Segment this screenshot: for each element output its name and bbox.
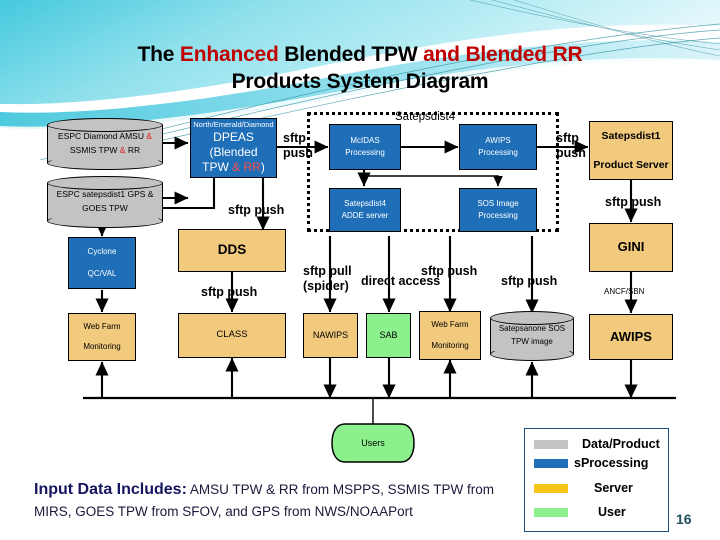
server-web-farm-monitoring-right: Web Farm Monitoring [419,311,481,360]
legend: Data/Product sProcessing Server User [524,428,669,532]
awips-proc-line2: Processing [478,148,518,157]
datastore-espc-diamond-text: ESPC Diamond AMSU & SSMIS TPW & RR [47,130,163,157]
sos-image-line2: Processing [478,211,518,220]
footer-label: Input Data Includes: [34,481,187,498]
cylinder-bottom [490,347,574,361]
satepsdist4-adde-line2: ADDE server [341,211,389,220]
legend-item-processing: sProcessing [534,456,648,470]
dpeas-header: North/Emerald/Diamond [193,120,274,129]
webfarm-left-line2: Monitoring [83,342,121,351]
title-seg-2: Blended TPW [278,43,424,66]
edge-label-l2: push [283,145,313,160]
satepsdist1-line2: Product Server [593,158,669,171]
cyclone-line2: QC/VAL [87,268,117,278]
edge-label-sftp-push-satepsanone: sftp push [501,274,558,288]
server-nawips: NAWIPS [303,313,358,358]
edge-label-l1: sftp [556,131,579,145]
legend-swatch-user [534,507,568,517]
gini-label: GINI [617,239,645,255]
edge-label-sftp-push-dpeas-cyclone: sftp push [228,203,285,217]
title-seg-enhanced: Enhanced [179,43,279,66]
awips-proc-line1: AWIPS [485,135,511,145]
espc-diamond-line1: ESPC Diamond [57,131,118,142]
process-satepsdist4-adde-server: Satepsdist4 ADDE server [329,188,401,232]
datastore-espc-diamond: ESPC Diamond AMSU & SSMIS TPW & RR [47,118,163,170]
satepsanone-text: Satepsanone SOS TPW image [490,323,574,349]
edge-label-l1: sftp pull [303,264,352,278]
nawips-label: NAWIPS [312,329,349,340]
legend-item-user: User [534,505,626,519]
legend-item-server: Server [534,481,633,495]
dpeas-line2: (Blended [209,144,258,159]
user-users: Users [331,423,415,463]
sos-image-line1: SOS Image [477,198,519,208]
process-sos-image-processing: SOS Image Processing [459,188,537,232]
edge-label-l2: (spider) [303,278,349,293]
users-label: Users [361,438,385,448]
edge-label-sftp-pull-spider: sftp pull (spider) [303,264,352,293]
class-label: CLASS [216,329,248,341]
process-cyclone-qcval: Cyclone QC/VAL [68,237,136,289]
legend-swatch-data-product [534,439,568,449]
legend-label-user: User [598,505,626,519]
edge-label-sftp-push-satepsdist1-gini: sftp push [605,195,662,209]
mcidas-line2: Processing [345,148,385,157]
datastore-satepsanone-sos-tpw-image: Satepsanone SOS TPW image [490,311,574,361]
edge-label-l2: push [556,145,586,160]
mcidas-line1: McIDAS [350,135,380,145]
dpeas-line1: DPEAS [213,129,254,144]
legend-swatch-server [534,483,568,493]
page-number: 16 [676,511,692,527]
page-title-line2: Products System Diagram [231,69,489,93]
datastore-espc-satepsdist1-text: ESPC satepsdist1 GPS & GOES TPW [47,188,163,215]
dpeas-line3: TPW & RR) [202,159,265,174]
legend-label-data-product: Data/Product [582,437,660,451]
server-class: CLASS [178,313,286,358]
datastore-espc-satepsdist1: ESPC satepsdist1 GPS & GOES TPW [47,176,163,228]
process-dpeas: North/Emerald/Diamond DPEAS (Blended TPW… [190,118,277,178]
server-web-farm-monitoring-left: Web Farm Monitoring [68,313,136,361]
server-satepsdist1-product-server: Satepsdist1 Product Server [589,121,673,180]
page-title: The Enhanced Blended TPW and Blended RR … [60,42,660,96]
webfarm-left-line1: Web Farm [83,321,121,331]
cylinder-bottom [47,156,163,170]
satepsdist4-adde-line1: Satepsdist4 [344,198,386,208]
user-sab: SAB [366,313,411,358]
edge-label-l1: sftp [283,131,306,145]
edge-label-ancf-sbn: ANCF/SBN [604,287,645,296]
dds-label: DDS [217,242,247,258]
webfarm-right-line1: Web Farm [431,319,469,329]
page-title-line1: The Enhanced Blended TPW and Blended RR [60,42,660,69]
edge-label-sftp-push-awips-satepsdist1: sftp push [556,131,586,160]
legend-item-data-product: Data/Product [534,437,660,451]
slide-canvas: The Enhanced Blended TPW and Blended RR … [0,0,720,540]
server-dds: DDS [178,229,286,272]
legend-swatch-processing [534,458,568,468]
edge-label-sftp-push-dpeas-mcidas: sftp push [283,131,313,160]
satepsdist1-line1: Satepsdist1 [601,130,661,143]
satepsanone-line1: Satepsanone [498,324,546,334]
satepsdist4-group-label: Satepsdist4 [395,111,456,123]
edge-label-sftp-push-webfarm: sftp push [421,264,478,278]
edge-label-sftp-push-dds-class: sftp push [201,285,258,299]
footer-note: Input Data Includes: AMSU TPW & RR from … [34,478,524,524]
cyclone-line1: Cyclone [87,247,117,257]
legend-label-processing: sProcessing [574,456,649,470]
server-awips: AWIPS [589,314,673,360]
cylinder-bottom [47,214,163,228]
title-seg-1: The [137,43,180,66]
awips-label: AWIPS [610,328,652,344]
espc-satepsdist1-line1: ESPC satepsdist1 [56,189,126,200]
process-mcidas: McIDAS Processing [329,124,401,170]
sab-label: SAB [379,329,398,340]
legend-label-server: Server [594,481,633,495]
title-seg-and-blended-rr: and Blended RR [423,43,583,66]
process-awips-processing: AWIPS Processing [459,124,537,170]
webfarm-right-line2: Monitoring [431,341,469,350]
server-gini: GINI [589,223,673,272]
